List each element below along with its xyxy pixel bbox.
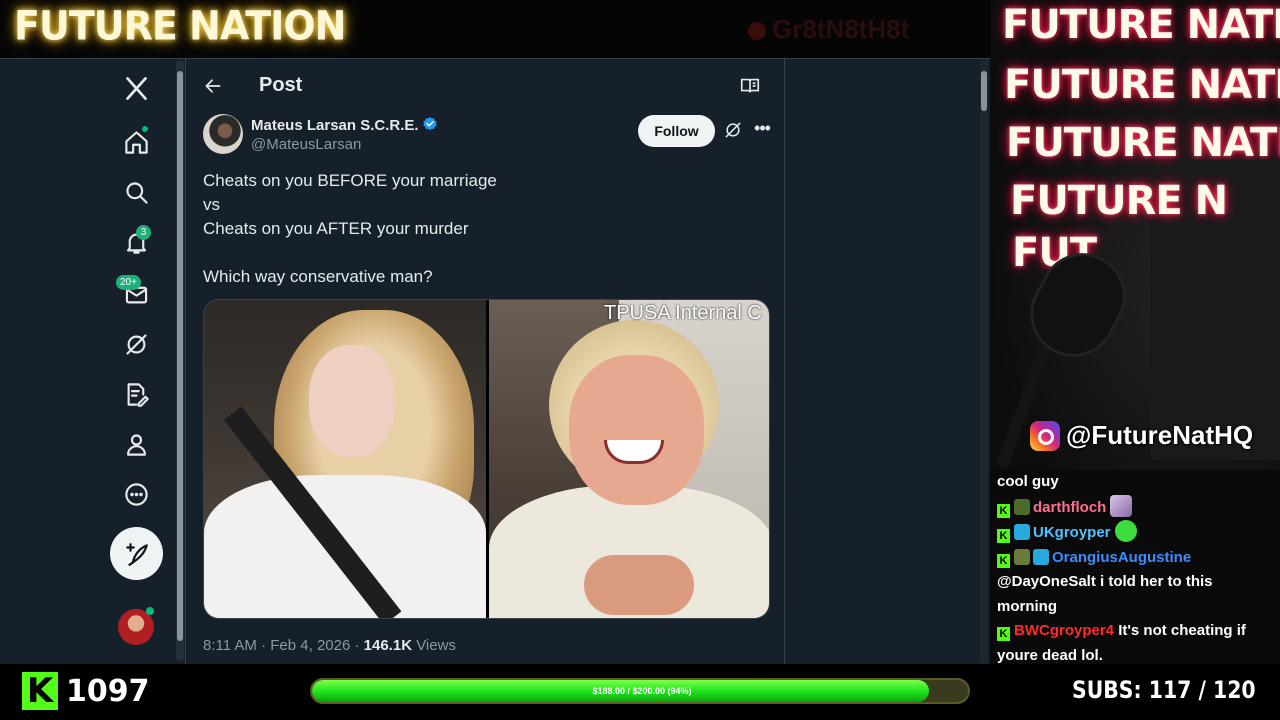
post-text-line: vs — [203, 195, 220, 214]
kick-logo-icon: K — [22, 672, 58, 710]
notifications-badge: 3 — [136, 225, 151, 240]
x-logo-icon[interactable] — [108, 66, 164, 110]
subs-counter: SUBS: 117 / 120 — [1072, 676, 1256, 704]
chat-message: K OrangiusAugustine — [997, 546, 1273, 571]
chat-message: @DayOneSalt i told her to this morning — [997, 570, 1273, 619]
media-image-left[interactable] — [204, 300, 486, 618]
media-right-face — [569, 355, 704, 505]
messages-badge: 20+ — [116, 275, 141, 290]
viewer-count: 1097 — [66, 674, 150, 709]
home-icon[interactable] — [108, 120, 164, 164]
instagram-handle-text: @FutureNatHQ — [1066, 420, 1254, 450]
user-badge-icon — [1014, 498, 1030, 515]
instagram-icon — [1030, 420, 1060, 451]
search-icon[interactable] — [108, 170, 164, 214]
post-text-line: Cheats on you BEFORE your marriage — [203, 171, 497, 190]
chat-username[interactable]: UKgroyper — [1033, 524, 1111, 541]
page-scrollbar-thumb[interactable] — [981, 71, 987, 111]
reader-book-icon[interactable] — [739, 75, 763, 99]
post-header: Post — [186, 59, 786, 112]
kick-badge-icon: K — [997, 529, 1010, 543]
instagram-handle: @FutureNatHQ — [1030, 420, 1253, 451]
chat-emote-icon — [1110, 494, 1133, 517]
post-text: Cheats on you BEFORE your marriage vs Ch… — [203, 169, 763, 289]
post-text-line — [203, 241, 763, 265]
x-sidebar: 3 20+ — [108, 59, 166, 664]
media-left-face — [309, 345, 395, 457]
more-options-icon[interactable]: ••• — [750, 119, 774, 141]
donation-goal-bar: $188.00 / $200.00 (94%) — [310, 678, 970, 704]
chat-message: K UKgroyper — [997, 520, 1273, 546]
chat-username[interactable]: OrangiusAugustine — [1052, 549, 1191, 566]
stream-overlay: FUTURE NATION Gr8tN8tH8t 3 20+ Post Mate… — [0, 0, 1280, 720]
left-scrollbar-thumb[interactable] — [177, 71, 183, 641]
author-handle[interactable]: @MateusLarsan — [251, 136, 361, 153]
back-arrow-icon[interactable] — [200, 73, 226, 99]
chat-username[interactable]: BWCgroyper4 — [1014, 622, 1114, 639]
cube-badge-icon — [1033, 548, 1049, 565]
chat-message-text: cool guy — [997, 473, 1059, 490]
grok-explain-icon[interactable] — [723, 120, 745, 142]
webcam-panel: FUTURE NATION FUTURE NATION FUTURE NATIO… — [990, 0, 1280, 470]
cube-badge-icon — [1014, 524, 1030, 540]
chat-message: cool guy — [997, 470, 1273, 495]
media-right-hands — [584, 555, 694, 615]
post-column: Post Mateus Larsan S.C.R.E. @MateusLarsa… — [185, 59, 785, 664]
top-banner: FUTURE NATION Gr8tN8tH8t — [0, 0, 990, 58]
post-meta: 8:11 AM · Feb 4, 2026 · 146.1K Views — [203, 637, 456, 654]
home-unread-dot — [141, 125, 149, 133]
notifications-bell-icon[interactable] — [108, 220, 164, 264]
stream-chat: cool guy Kdarthfloch K UKgroyper K Orangiu… — [990, 470, 1280, 664]
post-views-count: 146.1K — [363, 637, 413, 654]
donation-goal-text: $188.00 / $200.00 (94%) — [592, 686, 692, 696]
grok-icon[interactable] — [108, 322, 164, 366]
profile-person-icon[interactable] — [108, 422, 164, 466]
author-name[interactable]: Mateus Larsan S.C.R.E. — [251, 117, 419, 134]
stream-bottom-bar: K 1097 $188.00 / $200.00 (94%) SUBS: 117… — [0, 664, 1280, 720]
chat-username[interactable]: darthfloch — [1033, 499, 1106, 516]
record-dot-icon — [748, 22, 766, 40]
chat-message-text: @DayOneSalt i told her to this morning — [997, 573, 1213, 615]
author-name-row[interactable]: Mateus Larsan S.C.R.E. — [251, 116, 438, 134]
account-online-dot — [146, 607, 154, 615]
post-media[interactable]: TPUSA Internal C — [203, 299, 770, 619]
kick-badge-icon: K — [997, 553, 1010, 568]
left-scrollbar[interactable] — [176, 61, 184, 661]
page-title: Post — [259, 74, 303, 96]
follow-button[interactable]: Follow — [638, 115, 715, 147]
post-text-line: Cheats on you AFTER your murder — [203, 219, 469, 238]
more-circle-icon[interactable] — [108, 472, 164, 516]
faded-channel-name: Gr8tN8tH8t — [748, 14, 909, 45]
verified-badge-icon — [422, 117, 437, 131]
post-text-line: Which way conservative man? — [203, 267, 433, 286]
chat-message: K BWCgroyper4 It's not cheating if youre … — [997, 619, 1273, 664]
neon-sign-line: FUTURE N — [1010, 178, 1228, 224]
pepe-emote-icon — [1114, 520, 1137, 542]
media-watermark: TPUSA Internal C — [604, 302, 762, 324]
neon-sign-line: FUTURE NATION — [1002, 2, 1280, 48]
author-avatar[interactable] — [203, 114, 243, 154]
brand-logo: FUTURE NATION — [14, 2, 346, 50]
post-timestamp[interactable]: 8:11 AM · Feb 4, 2026 · — [203, 637, 364, 654]
page-scrollbar[interactable] — [980, 61, 988, 663]
faded-channel-name-text: Gr8tN8tH8t — [772, 14, 910, 44]
soldier-badge-icon — [1014, 548, 1030, 565]
kick-badge-icon: K — [997, 627, 1010, 641]
media-image-right[interactable]: TPUSA Internal C — [489, 300, 769, 618]
neon-sign-line: FUTURE NATION — [1004, 62, 1280, 108]
drafts-edit-icon[interactable] — [108, 372, 164, 416]
feather-plus-icon — [125, 542, 148, 566]
browser-x-window: 3 20+ Post Mateus Larsan S.C.R.E. @Mateu… — [0, 58, 990, 664]
chat-message: Kdarthfloch — [997, 494, 1273, 521]
kick-badge-icon: K — [997, 503, 1010, 518]
post-views-label: Views — [412, 637, 456, 654]
compose-post-button[interactable] — [110, 527, 163, 580]
